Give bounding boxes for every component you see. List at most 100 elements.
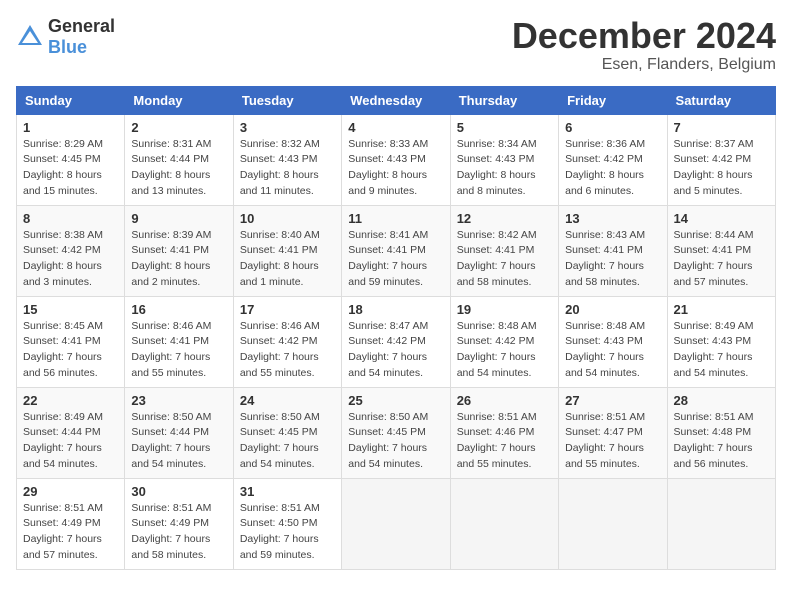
calendar-cell: 23 Sunrise: 8:50 AMSunset: 4:44 PMDayligh… — [125, 387, 233, 478]
day-info: Sunrise: 8:34 AMSunset: 4:43 PMDaylight:… — [457, 137, 552, 200]
day-info: Sunrise: 8:44 AMSunset: 4:41 PMDaylight:… — [674, 228, 769, 291]
day-number: 15 — [23, 302, 118, 317]
day-number: 6 — [565, 120, 660, 135]
day-info: Sunrise: 8:40 AMSunset: 4:41 PMDaylight:… — [240, 228, 335, 291]
weekday-header-saturday: Saturday — [667, 86, 775, 114]
day-info: Sunrise: 8:46 AMSunset: 4:42 PMDaylight:… — [240, 319, 335, 382]
day-number: 11 — [348, 211, 443, 226]
day-number: 29 — [23, 484, 118, 499]
calendar-cell: 1Sunrise: 8:29 AMSunset: 4:45 PMDaylight… — [17, 114, 125, 205]
day-info: Sunrise: 8:41 AMSunset: 4:41 PMDaylight:… — [348, 228, 443, 291]
day-number: 7 — [674, 120, 769, 135]
calendar-cell: 6 Sunrise: 8:36 AMSunset: 4:42 PMDaylight… — [559, 114, 667, 205]
calendar-cell: 18 Sunrise: 8:47 AMSunset: 4:42 PMDayligh… — [342, 296, 450, 387]
weekday-header-row: SundayMondayTuesdayWednesdayThursdayFrid… — [17, 86, 776, 114]
day-number: 3 — [240, 120, 335, 135]
calendar-cell: 7 Sunrise: 8:37 AMSunset: 4:42 PMDaylight… — [667, 114, 775, 205]
weekday-header-friday: Friday — [559, 86, 667, 114]
title-section: December 2024 Esen, Flanders, Belgium — [512, 16, 776, 74]
day-info: Sunrise: 8:48 AMSunset: 4:42 PMDaylight:… — [457, 319, 552, 382]
weekday-header-sunday: Sunday — [17, 86, 125, 114]
day-info: Sunrise: 8:38 AMSunset: 4:42 PMDaylight:… — [23, 228, 118, 291]
day-number: 4 — [348, 120, 443, 135]
calendar-cell: 27Sunrise: 8:51 AMSunset: 4:47 PMDayligh… — [559, 387, 667, 478]
calendar-cell: 30 Sunrise: 8:51 AMSunset: 4:49 PMDayligh… — [125, 478, 233, 569]
day-number: 2 — [131, 120, 226, 135]
day-info: Sunrise: 8:37 AMSunset: 4:42 PMDaylight:… — [674, 137, 769, 200]
day-number: 17 — [240, 302, 335, 317]
calendar-cell: 31 Sunrise: 8:51 AMSunset: 4:50 PMDayligh… — [233, 478, 341, 569]
day-number: 30 — [131, 484, 226, 499]
calendar-cell: 21Sunrise: 8:49 AMSunset: 4:43 PMDayligh… — [667, 296, 775, 387]
calendar-cell: 22Sunrise: 8:49 AMSunset: 4:44 PMDayligh… — [17, 387, 125, 478]
day-info: Sunrise: 8:50 AMSunset: 4:44 PMDaylight:… — [131, 410, 226, 473]
day-number: 20 — [565, 302, 660, 317]
calendar-week-4: 22Sunrise: 8:49 AMSunset: 4:44 PMDayligh… — [17, 387, 776, 478]
day-info: Sunrise: 8:39 AMSunset: 4:41 PMDaylight:… — [131, 228, 226, 291]
day-info: Sunrise: 8:36 AMSunset: 4:42 PMDaylight:… — [565, 137, 660, 200]
calendar-cell: 12 Sunrise: 8:42 AMSunset: 4:41 PMDayligh… — [450, 205, 558, 296]
day-info: Sunrise: 8:51 AMSunset: 4:47 PMDaylight:… — [565, 410, 660, 473]
day-number: 16 — [131, 302, 226, 317]
calendar-cell: 14 Sunrise: 8:44 AMSunset: 4:41 PMDayligh… — [667, 205, 775, 296]
day-info: Sunrise: 8:51 AMSunset: 4:49 PMDaylight:… — [23, 501, 118, 564]
logo: General Blue — [16, 16, 115, 58]
day-number: 31 — [240, 484, 335, 499]
calendar-body: 1Sunrise: 8:29 AMSunset: 4:45 PMDaylight… — [17, 114, 776, 569]
calendar-cell: 10 Sunrise: 8:40 AMSunset: 4:41 PMDayligh… — [233, 205, 341, 296]
day-info: Sunrise: 8:46 AMSunset: 4:41 PMDaylight:… — [131, 319, 226, 382]
logo-icon — [16, 23, 44, 51]
page-header: General Blue December 2024 Esen, Flander… — [16, 16, 776, 74]
calendar-cell: 25Sunrise: 8:50 AMSunset: 4:45 PMDayligh… — [342, 387, 450, 478]
calendar-cell: 16 Sunrise: 8:46 AMSunset: 4:41 PMDayligh… — [125, 296, 233, 387]
day-number: 9 — [131, 211, 226, 226]
weekday-header-thursday: Thursday — [450, 86, 558, 114]
day-info: Sunrise: 8:50 AMSunset: 4:45 PMDaylight:… — [348, 410, 443, 473]
calendar-week-1: 1Sunrise: 8:29 AMSunset: 4:45 PMDaylight… — [17, 114, 776, 205]
day-number: 5 — [457, 120, 552, 135]
day-info: Sunrise: 8:51 AMSunset: 4:49 PMDaylight:… — [131, 501, 226, 564]
day-number: 28 — [674, 393, 769, 408]
day-info: Sunrise: 8:51 AMSunset: 4:50 PMDaylight:… — [240, 501, 335, 564]
day-number: 12 — [457, 211, 552, 226]
day-number: 26 — [457, 393, 552, 408]
calendar-cell: 19 Sunrise: 8:48 AMSunset: 4:42 PMDayligh… — [450, 296, 558, 387]
weekday-header-monday: Monday — [125, 86, 233, 114]
calendar-cell — [559, 478, 667, 569]
day-number: 18 — [348, 302, 443, 317]
calendar-cell: 3Sunrise: 8:32 AMSunset: 4:43 PMDaylight… — [233, 114, 341, 205]
calendar-cell: 9 Sunrise: 8:39 AMSunset: 4:41 PMDaylight… — [125, 205, 233, 296]
calendar-cell — [667, 478, 775, 569]
location-title: Esen, Flanders, Belgium — [512, 56, 776, 74]
day-info: Sunrise: 8:42 AMSunset: 4:41 PMDaylight:… — [457, 228, 552, 291]
calendar-week-5: 29 Sunrise: 8:51 AMSunset: 4:49 PMDayligh… — [17, 478, 776, 569]
logo-text-general: General — [48, 16, 115, 36]
day-info: Sunrise: 8:49 AMSunset: 4:44 PMDaylight:… — [23, 410, 118, 473]
day-number: 14 — [674, 211, 769, 226]
day-number: 1 — [23, 120, 118, 135]
calendar-cell: 5 Sunrise: 8:34 AMSunset: 4:43 PMDaylight… — [450, 114, 558, 205]
calendar-cell: 29 Sunrise: 8:51 AMSunset: 4:49 PMDayligh… — [17, 478, 125, 569]
calendar-cell: 20Sunrise: 8:48 AMSunset: 4:43 PMDayligh… — [559, 296, 667, 387]
calendar-week-2: 8 Sunrise: 8:38 AMSunset: 4:42 PMDaylight… — [17, 205, 776, 296]
calendar-cell: 17 Sunrise: 8:46 AMSunset: 4:42 PMDayligh… — [233, 296, 341, 387]
calendar-week-3: 15 Sunrise: 8:45 AMSunset: 4:41 PMDayligh… — [17, 296, 776, 387]
day-number: 10 — [240, 211, 335, 226]
calendar-cell: 15 Sunrise: 8:45 AMSunset: 4:41 PMDayligh… — [17, 296, 125, 387]
calendar-cell: 26Sunrise: 8:51 AMSunset: 4:46 PMDayligh… — [450, 387, 558, 478]
day-info: Sunrise: 8:47 AMSunset: 4:42 PMDaylight:… — [348, 319, 443, 382]
day-info: Sunrise: 8:43 AMSunset: 4:41 PMDaylight:… — [565, 228, 660, 291]
day-number: 19 — [457, 302, 552, 317]
calendar-cell: 11 Sunrise: 8:41 AMSunset: 4:41 PMDayligh… — [342, 205, 450, 296]
day-info: Sunrise: 8:31 AMSunset: 4:44 PMDaylight:… — [131, 137, 226, 200]
day-number: 23 — [131, 393, 226, 408]
weekday-header-tuesday: Tuesday — [233, 86, 341, 114]
day-number: 8 — [23, 211, 118, 226]
calendar-cell: 13Sunrise: 8:43 AMSunset: 4:41 PMDayligh… — [559, 205, 667, 296]
day-info: Sunrise: 8:51 AMSunset: 4:48 PMDaylight:… — [674, 410, 769, 473]
calendar-cell: 24Sunrise: 8:50 AMSunset: 4:45 PMDayligh… — [233, 387, 341, 478]
day-info: Sunrise: 8:45 AMSunset: 4:41 PMDaylight:… — [23, 319, 118, 382]
calendar-cell: 8 Sunrise: 8:38 AMSunset: 4:42 PMDaylight… — [17, 205, 125, 296]
calendar-cell: 4Sunrise: 8:33 AMSunset: 4:43 PMDaylight… — [342, 114, 450, 205]
calendar-cell: 28 Sunrise: 8:51 AMSunset: 4:48 PMDayligh… — [667, 387, 775, 478]
